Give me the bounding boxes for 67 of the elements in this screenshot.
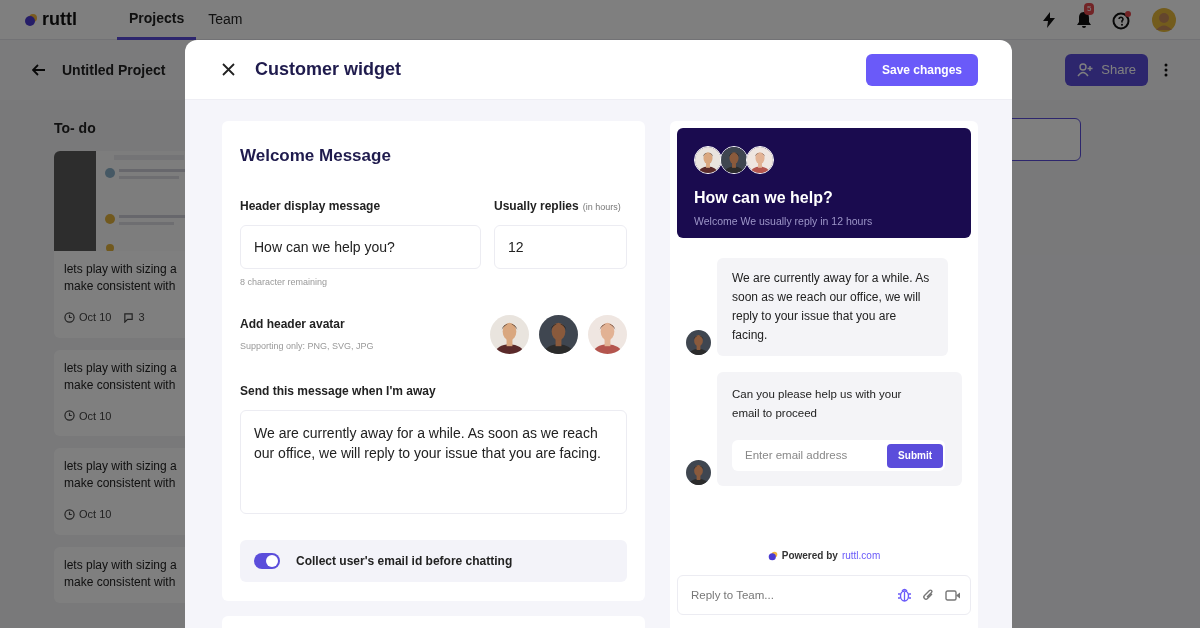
field-label: Header display message: [240, 197, 382, 215]
powered-by-link[interactable]: ruttl.com: [841, 548, 881, 563]
notification-badge: 5: [1084, 2, 1095, 15]
clock-icon: [64, 311, 75, 323]
paperclip-icon[interactable]: [922, 588, 935, 602]
avatar-icon: [721, 147, 747, 173]
task-card[interactable]: lets play with sizing a make consistent with: [54, 546, 185, 603]
header-message-field[interactable]: How can we help you?: [240, 224, 481, 269]
powered-by-text: Powered by: [781, 549, 838, 563]
help-icon[interactable]: [1112, 9, 1132, 30]
logo-icon: [767, 550, 778, 561]
card-text: lets play with sizing a make consistent with: [64, 359, 175, 394]
field-label: Usually replies: [494, 197, 579, 215]
hint-text: Supporting only: PNG, SVG, JPG: [240, 340, 375, 354]
avatar-icon: [539, 315, 578, 354]
clock-icon: [64, 508, 75, 520]
task-card[interactable]: lets play with sizing a make consistent with Oct 10 3: [54, 151, 185, 338]
more-icon[interactable]: [1164, 63, 1168, 77]
message-text: We are currently away for a while. As soon as we reach our office, we will reply to your issue that you are facing.: [732, 270, 931, 344]
lightning-icon[interactable]: [1042, 11, 1056, 28]
save-button[interactable]: Save changes: [865, 53, 978, 86]
task-card[interactable]: lets play with sizing a make consistent with Oct 10: [54, 448, 185, 535]
close-icon: [222, 63, 235, 76]
logo-icon: [24, 12, 38, 27]
comment-icon: [123, 311, 135, 323]
reply-field[interactable]: Reply to Team...: [677, 575, 971, 615]
field-label: Send this message when I'm away: [240, 383, 437, 400]
avatar-icon: [695, 147, 721, 173]
modal-title: Customer widget: [255, 58, 401, 81]
due-date: Oct 10: [79, 507, 112, 522]
card-text: lets play with sizing a make consistent with: [64, 556, 175, 591]
avatar-icon: [747, 147, 773, 173]
comment-count: 3: [138, 310, 145, 325]
unit-text: (in hours): [582, 200, 621, 214]
email-field[interactable]: Enter email address Submit: [732, 440, 945, 471]
nav-tab[interactable]: Team: [196, 0, 255, 40]
reply-hours-field[interactable]: 12: [494, 224, 627, 269]
back-arrow-icon[interactable]: [32, 64, 46, 76]
avatar-icon: [490, 315, 529, 354]
column-title: To- do: [54, 119, 97, 138]
toggle-label: Collect user's email id before chatting: [296, 553, 513, 570]
toggle-switch[interactable]: [254, 553, 280, 569]
share-button[interactable]: Share: [1065, 54, 1148, 86]
bell-icon[interactable]: [1076, 10, 1092, 29]
avatar-icon: [686, 330, 711, 355]
field-label: Add header avatar: [240, 316, 346, 334]
clock-icon: [64, 410, 75, 422]
avatar-icon: [588, 315, 627, 354]
video-icon[interactable]: [945, 589, 961, 601]
add-user-icon: [1077, 63, 1094, 77]
card-text: lets play with sizing a make consistent with: [64, 261, 175, 295]
task-card[interactable]: lets play with sizing a make consistent with Oct 10: [54, 349, 185, 436]
message-text: Can you please help us with your email to proceed: [732, 387, 903, 421]
submit-button[interactable]: Submit: [887, 443, 943, 468]
chat-subtitle: Welcome We usually reply in 12 hours: [694, 214, 874, 229]
bug-icon[interactable]: [897, 587, 912, 603]
project-title: Untitled Project: [62, 60, 166, 80]
away-message-field[interactable]: We are currently away for a while. As soon as we reach our office, we will reply to your issue that you are facing.: [240, 410, 627, 514]
logo-text: ruttl: [42, 8, 77, 31]
hint-text: 8 character remaining: [240, 275, 329, 289]
close-button[interactable]: [222, 63, 235, 76]
section-title: Welcome Message: [240, 145, 392, 167]
avatar-icon: [686, 460, 711, 485]
card-text: lets play with sizing a make consistent with: [64, 458, 175, 492]
due-date: Oct 10: [79, 408, 112, 424]
chat-title: How can we help?: [694, 188, 834, 208]
due-date: Oct 10: [79, 310, 112, 325]
